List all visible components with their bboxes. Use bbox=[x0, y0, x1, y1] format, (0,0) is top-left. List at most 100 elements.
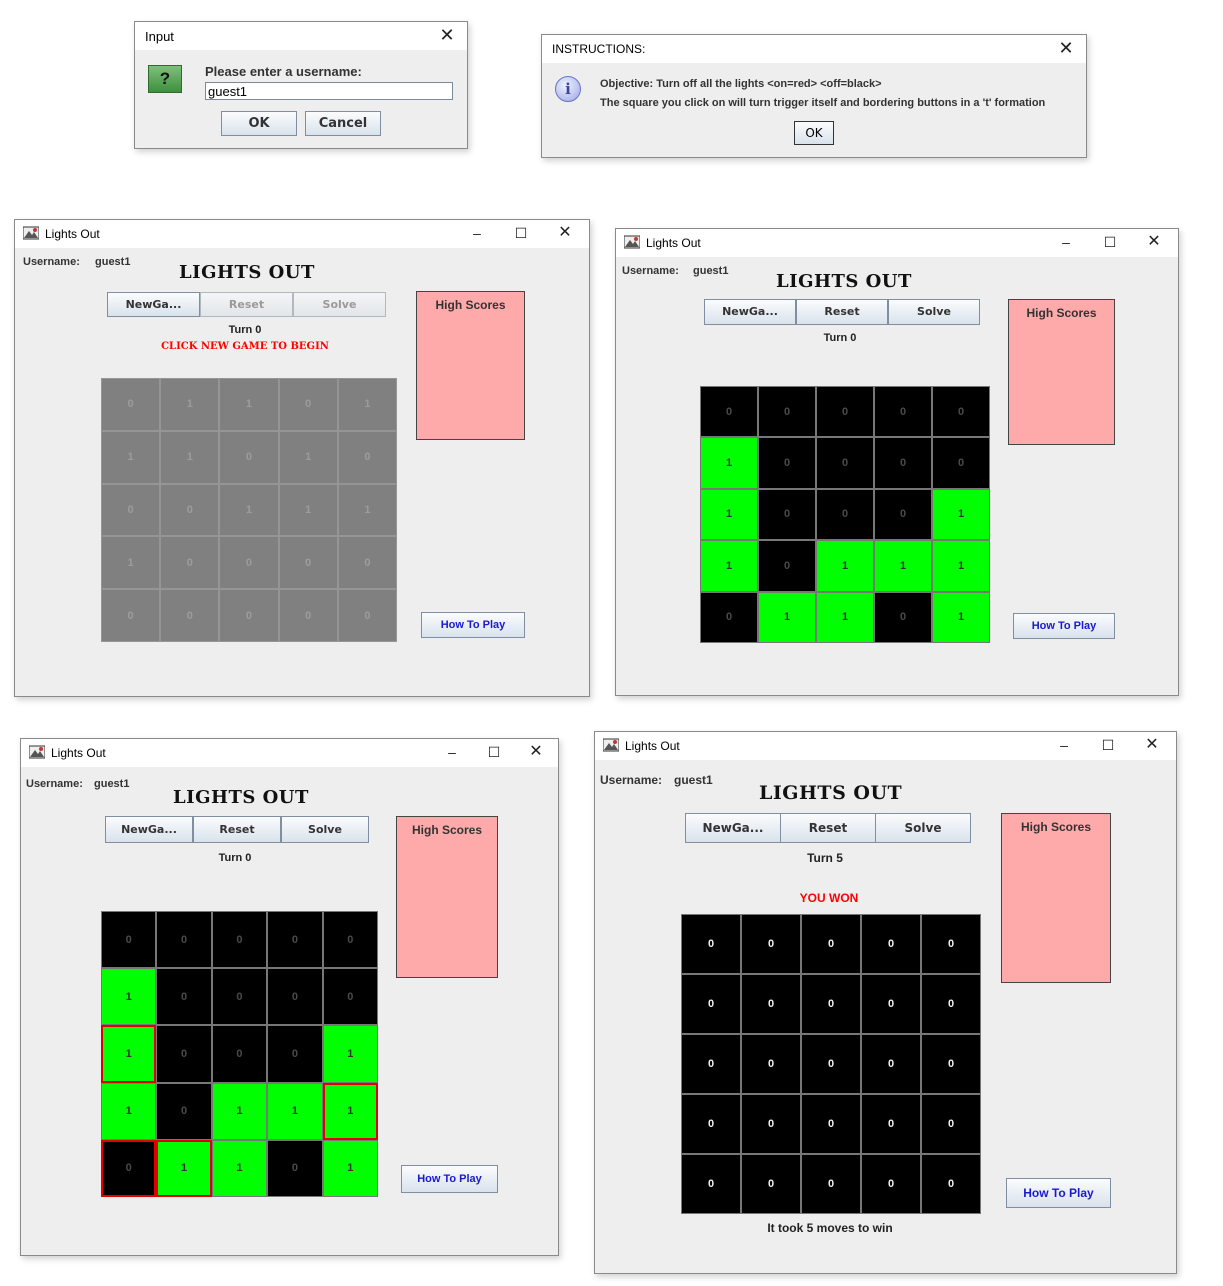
light-cell[interactable]: 0 bbox=[758, 540, 816, 592]
light-cell[interactable]: 1 bbox=[156, 1139, 212, 1197]
minimize-icon[interactable]: – bbox=[1052, 232, 1080, 252]
light-cell[interactable]: 0 bbox=[741, 1154, 801, 1214]
light-cell[interactable]: 0 bbox=[267, 1025, 323, 1083]
light-cell[interactable]: 0 bbox=[921, 1094, 981, 1154]
light-cell[interactable]: 1 bbox=[337, 378, 397, 431]
light-cell[interactable]: 0 bbox=[101, 1139, 157, 1197]
light-cell[interactable]: 0 bbox=[278, 378, 338, 431]
light-cell[interactable]: 1 bbox=[160, 430, 220, 484]
light-cell[interactable]: 0 bbox=[101, 911, 157, 969]
username-input[interactable] bbox=[205, 82, 453, 100]
light-cell[interactable]: 0 bbox=[932, 437, 990, 489]
ok-button[interactable]: OK bbox=[221, 111, 297, 136]
light-cell[interactable]: 0 bbox=[861, 914, 921, 974]
light-cell[interactable]: 0 bbox=[741, 974, 801, 1034]
light-cell[interactable]: 0 bbox=[211, 911, 268, 969]
light-cell[interactable]: 0 bbox=[219, 536, 279, 590]
new-game-button[interactable]: NewGa... bbox=[685, 813, 781, 843]
light-cell[interactable]: 0 bbox=[101, 483, 161, 537]
light-cell[interactable]: 1 bbox=[337, 483, 397, 537]
light-cell[interactable]: 1 bbox=[932, 591, 990, 643]
light-cell[interactable]: 0 bbox=[681, 1094, 741, 1154]
maximize-icon[interactable]: ☐ bbox=[1096, 232, 1124, 252]
light-cell[interactable]: 0 bbox=[681, 974, 741, 1034]
light-cell[interactable]: 1 bbox=[322, 1139, 378, 1197]
light-cell[interactable]: 1 bbox=[816, 540, 874, 592]
new-game-button[interactable]: NewGa... bbox=[107, 292, 200, 317]
light-cell[interactable]: 0 bbox=[681, 1034, 741, 1094]
light-cell[interactable]: 0 bbox=[801, 974, 861, 1034]
light-cell[interactable]: 0 bbox=[337, 430, 397, 484]
light-cell[interactable]: 1 bbox=[101, 1082, 157, 1140]
light-cell[interactable]: 0 bbox=[816, 488, 874, 541]
reset-button[interactable]: Reset bbox=[796, 299, 888, 325]
light-cell[interactable]: 1 bbox=[211, 1139, 268, 1197]
light-cell[interactable]: 1 bbox=[322, 1082, 378, 1140]
maximize-icon[interactable]: ☐ bbox=[507, 223, 535, 243]
how-to-play-button[interactable]: How To Play bbox=[401, 1165, 498, 1193]
new-game-button[interactable]: NewGa... bbox=[105, 816, 193, 843]
light-cell[interactable]: 1 bbox=[700, 488, 758, 541]
light-cell[interactable]: 0 bbox=[932, 386, 990, 438]
solve-button[interactable]: Solve bbox=[293, 292, 386, 317]
light-cell[interactable]: 1 bbox=[932, 488, 990, 541]
light-cell[interactable]: 0 bbox=[156, 968, 212, 1026]
light-cell[interactable]: 0 bbox=[816, 386, 874, 438]
light-cell[interactable]: 0 bbox=[861, 974, 921, 1034]
light-cell[interactable]: 0 bbox=[874, 386, 932, 438]
light-cell[interactable]: 1 bbox=[278, 430, 338, 484]
light-cell[interactable]: 0 bbox=[700, 591, 758, 643]
light-cell[interactable]: 1 bbox=[101, 968, 157, 1026]
light-cell[interactable]: 1 bbox=[101, 1025, 157, 1083]
light-cell[interactable]: 0 bbox=[921, 1154, 981, 1214]
light-cell[interactable]: 0 bbox=[156, 911, 212, 969]
close-icon[interactable]: ✕ bbox=[1052, 38, 1080, 58]
new-game-button[interactable]: NewGa... bbox=[704, 299, 796, 325]
light-cell[interactable]: 0 bbox=[219, 589, 279, 642]
light-cell[interactable]: 0 bbox=[758, 437, 816, 489]
light-cell[interactable]: 0 bbox=[267, 968, 323, 1026]
minimize-icon[interactable]: – bbox=[1050, 735, 1078, 755]
light-cell[interactable]: 1 bbox=[101, 430, 161, 484]
light-cell[interactable]: 0 bbox=[874, 591, 932, 643]
light-cell[interactable]: 0 bbox=[267, 911, 323, 969]
solve-button[interactable]: Solve bbox=[888, 299, 980, 325]
solve-button[interactable]: Solve bbox=[875, 813, 971, 843]
maximize-icon[interactable]: ☐ bbox=[480, 742, 508, 762]
light-cell[interactable]: 0 bbox=[741, 1034, 801, 1094]
light-cell[interactable]: 0 bbox=[278, 536, 338, 590]
light-cell[interactable]: 0 bbox=[681, 914, 741, 974]
light-cell[interactable]: 1 bbox=[160, 378, 220, 431]
cancel-button[interactable]: Cancel bbox=[305, 111, 381, 136]
light-cell[interactable]: 1 bbox=[101, 536, 161, 590]
light-cell[interactable]: 0 bbox=[801, 914, 861, 974]
light-cell[interactable]: 0 bbox=[101, 378, 161, 431]
close-icon[interactable]: ✕ bbox=[522, 742, 550, 762]
light-cell[interactable]: 1 bbox=[932, 540, 990, 592]
light-cell[interactable]: 0 bbox=[758, 488, 816, 541]
close-icon[interactable]: ✕ bbox=[551, 223, 579, 243]
light-cell[interactable]: 1 bbox=[322, 1025, 378, 1083]
light-cell[interactable]: 0 bbox=[160, 483, 220, 537]
light-cell[interactable]: 0 bbox=[921, 914, 981, 974]
light-cell[interactable]: 1 bbox=[219, 378, 279, 431]
minimize-icon[interactable]: – bbox=[463, 223, 491, 243]
reset-button[interactable]: Reset bbox=[193, 816, 281, 843]
light-cell[interactable]: 0 bbox=[801, 1154, 861, 1214]
light-cell[interactable]: 0 bbox=[337, 536, 397, 590]
reset-button[interactable]: Reset bbox=[780, 813, 876, 843]
light-cell[interactable]: 1 bbox=[267, 1082, 323, 1140]
light-cell[interactable]: 0 bbox=[337, 589, 397, 642]
reset-button[interactable]: Reset bbox=[200, 292, 293, 317]
light-cell[interactable]: 0 bbox=[816, 437, 874, 489]
light-cell[interactable]: 1 bbox=[700, 540, 758, 592]
light-cell[interactable]: 1 bbox=[758, 591, 816, 643]
close-icon[interactable]: ✕ bbox=[1138, 735, 1166, 755]
light-cell[interactable]: 0 bbox=[681, 1154, 741, 1214]
minimize-icon[interactable]: – bbox=[438, 742, 466, 762]
close-icon[interactable]: ✕ bbox=[1140, 232, 1168, 252]
light-cell[interactable]: 0 bbox=[741, 914, 801, 974]
light-cell[interactable]: 0 bbox=[219, 430, 279, 484]
light-cell[interactable]: 0 bbox=[758, 386, 816, 438]
light-cell[interactable]: 0 bbox=[160, 589, 220, 642]
